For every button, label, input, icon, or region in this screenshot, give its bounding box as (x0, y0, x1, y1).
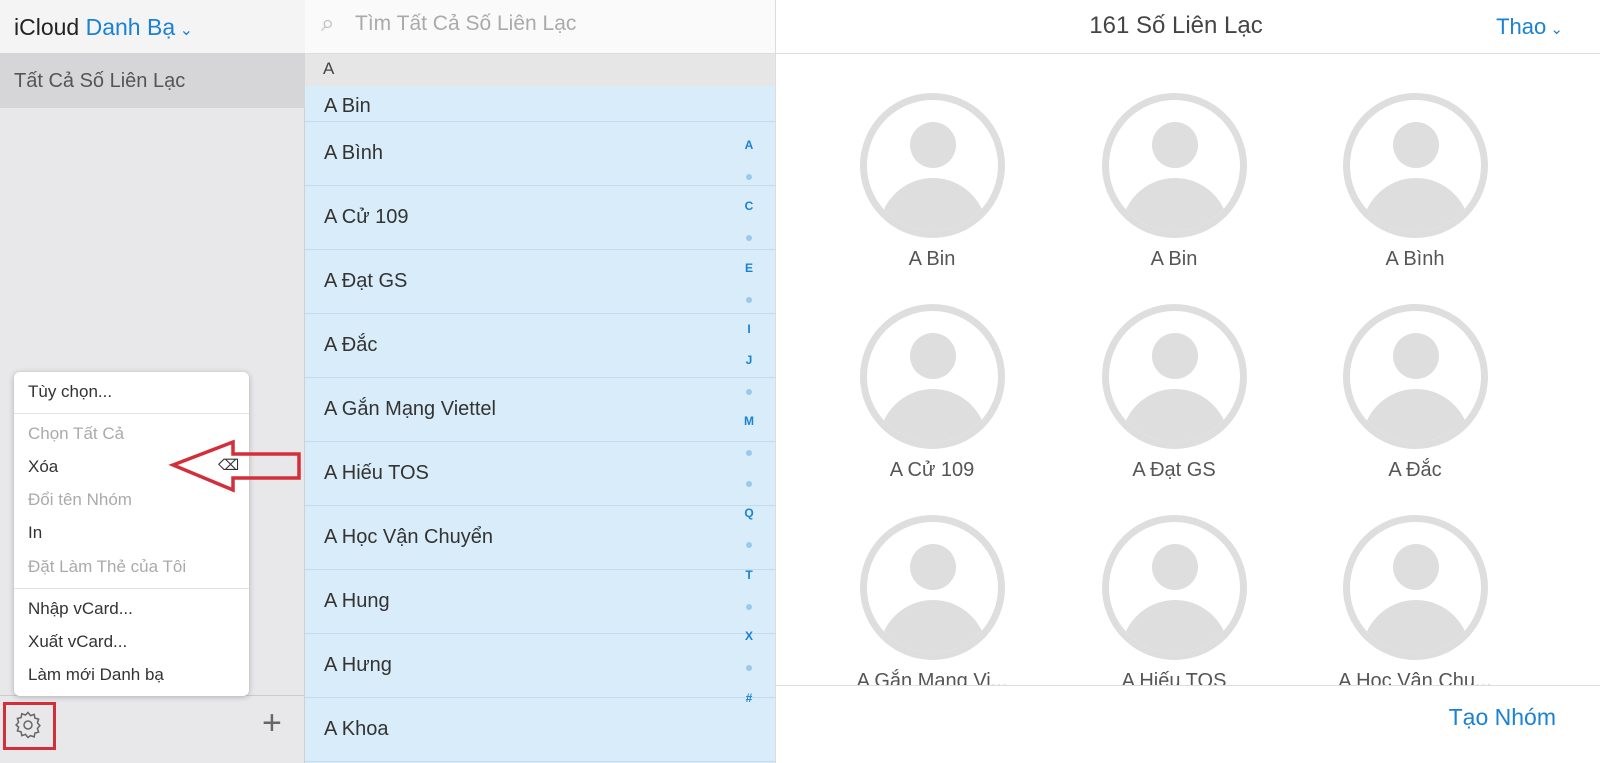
contact-card[interactable]: A Học Vận Chu... (1315, 515, 1515, 693)
search-icon: ⌕ (321, 10, 335, 37)
contact-name: A Bình (324, 142, 383, 164)
contact-name: A Hưng (324, 654, 392, 676)
menu-item[interactable]: Tùy chọn... (28, 382, 112, 402)
contact-row[interactable]: A Học Vận Chuyển (305, 506, 775, 570)
app-name: iCloud (14, 14, 80, 40)
avatar-placeholder-icon (859, 93, 1005, 238)
contact-list: ⌕ Tìm Tất Cả Số Liên Lạc A A Bin A Bình A C… (305, 0, 775, 763)
index-letter[interactable]: A (743, 138, 755, 152)
contact-card-name: A Cử 109 (889, 459, 975, 481)
contact-name: A Đạt GS (324, 270, 408, 292)
red-arrow-annotation (168, 439, 301, 493)
group-all-contacts[interactable]: Tất Cả Số Liên Lạc (0, 54, 305, 108)
contact-row[interactable]: A Hung (305, 570, 775, 634)
contact-card[interactable]: A Bình (1315, 93, 1515, 271)
contact-card[interactable]: A Bin (832, 93, 1032, 271)
contact-card-name: A Đạt GS (1132, 459, 1216, 481)
avatar-placeholder-icon (859, 515, 1005, 660)
contact-row[interactable]: A Bình (305, 122, 775, 186)
chevron-down-icon: ⌄ (1546, 21, 1563, 38)
index-dot[interactable] (746, 450, 752, 456)
contact-name: A Khoa (324, 718, 389, 740)
index-letter[interactable]: M (743, 414, 755, 428)
index-dot[interactable] (746, 664, 752, 671)
contact-row[interactable]: A Hiếu TOS (305, 442, 775, 506)
avatar-placeholder-icon (859, 304, 1005, 449)
create-group-button[interactable]: Tạo Nhóm (1449, 704, 1556, 731)
menu-item[interactable]: In (28, 523, 42, 543)
contact-row[interactable]: A Cử 109 (305, 186, 775, 250)
contact-count: 161 Số Liên Lạc (1089, 12, 1263, 39)
index-dot[interactable] (746, 603, 752, 610)
contact-card-name: A Đắc (1388, 459, 1442, 481)
contact-row[interactable]: A Hưng (305, 634, 775, 698)
index-dot[interactable] (746, 296, 752, 303)
detail-footer: Tạo Nhóm (776, 685, 1600, 763)
contact-name: A Hung (324, 590, 390, 612)
avatar-placeholder-icon (1101, 304, 1247, 449)
contact-card[interactable]: A Đắc (1315, 304, 1515, 482)
menu-item: Đổi tên Nhóm (28, 490, 132, 509)
index-dot[interactable] (746, 388, 752, 395)
contact-name: A Cử 109 (324, 206, 409, 228)
contact-card-name: A Bin (1150, 248, 1198, 270)
avatar-placeholder-icon (1101, 93, 1247, 238)
sidebar-footer: + (0, 695, 305, 763)
contact-card[interactable]: A Bin (1074, 93, 1274, 271)
index-letter[interactable]: E (743, 261, 755, 275)
index-letter[interactable]: # (743, 691, 755, 705)
avatar-placeholder-icon (1342, 515, 1488, 660)
search-placeholder: Tìm Tất Cả Số Liên Lạc (355, 12, 577, 35)
detail-header: 161 Số Liên Lạc Thao ⌄ (776, 0, 1600, 54)
menu-item[interactable]: Làm mới Danh bạ (28, 665, 164, 685)
section-name[interactable]: Danh Bạ (86, 14, 176, 40)
avatar-placeholder-icon (1342, 304, 1488, 449)
menu-divider (14, 588, 249, 589)
index-letter[interactable]: T (743, 568, 755, 582)
detail-pane: 161 Số Liên Lạc Thao ⌄ A Bin A Bin A Bình A… (775, 0, 1600, 763)
search-input[interactable]: ⌕ Tìm Tất Cả Số Liên Lạc (305, 0, 775, 54)
gear-icon[interactable] (13, 710, 43, 740)
menu-item: Đặt Làm Thẻ của Tôi (28, 557, 187, 576)
avatar-placeholder-icon (1342, 93, 1488, 238)
contact-row[interactable]: A Khoa (305, 698, 775, 762)
index-letter[interactable]: J (743, 353, 755, 367)
index-letter[interactable]: X (743, 629, 755, 643)
contact-card[interactable]: A Gắn Mạng Vi... (832, 515, 1032, 693)
menu-divider (14, 413, 249, 414)
actions-label: Thao (1496, 14, 1547, 39)
section-header: A (305, 54, 775, 86)
contact-row[interactable]: A Đạt GS (305, 250, 775, 314)
contact-row[interactable]: A Gắn Mạng Viettel (305, 378, 775, 442)
menu-item[interactable]: Xóa (28, 457, 58, 477)
contact-name: A Gắn Mạng Viettel (324, 398, 496, 420)
index-dot[interactable] (746, 480, 752, 487)
contact-card-name: A Bình (1385, 248, 1445, 270)
contact-card-name: A Bin (908, 248, 956, 270)
contact-card[interactable]: A Đạt GS (1074, 304, 1274, 482)
contact-card[interactable]: A Cử 109 (832, 304, 1032, 482)
contact-name: A Hiếu TOS (324, 462, 429, 484)
avatar-placeholder-icon (1101, 515, 1247, 660)
index-dot[interactable] (746, 173, 752, 180)
contact-row[interactable]: A Đắc (305, 314, 775, 378)
contact-name: A Học Vận Chuyển (324, 526, 493, 548)
menu-item: Chọn Tất Cả (28, 424, 125, 443)
menu-item[interactable]: Xuất vCard... (28, 632, 127, 652)
contact-card[interactable]: A Hiếu TOS (1074, 515, 1274, 693)
app-title[interactable]: iCloud Danh Bạ ⌄ (0, 0, 305, 54)
settings-menu: Tùy chọn... Chọn Tất Cả Xóa Đổi tên Nhóm In Đ… (14, 372, 249, 696)
menu-item[interactable]: Nhập vCard... (28, 599, 133, 619)
chevron-down-icon[interactable]: ⌄ (175, 22, 193, 39)
index-letter[interactable]: C (743, 199, 755, 213)
contact-name: A Bin (324, 95, 371, 117)
contact-name: A Đắc (324, 334, 378, 356)
index-letter[interactable]: Q (743, 506, 755, 520)
actions-button[interactable]: Thao ⌄ (1496, 14, 1563, 40)
add-group-icon[interactable]: + (262, 704, 282, 743)
index-letter[interactable]: I (743, 322, 755, 336)
